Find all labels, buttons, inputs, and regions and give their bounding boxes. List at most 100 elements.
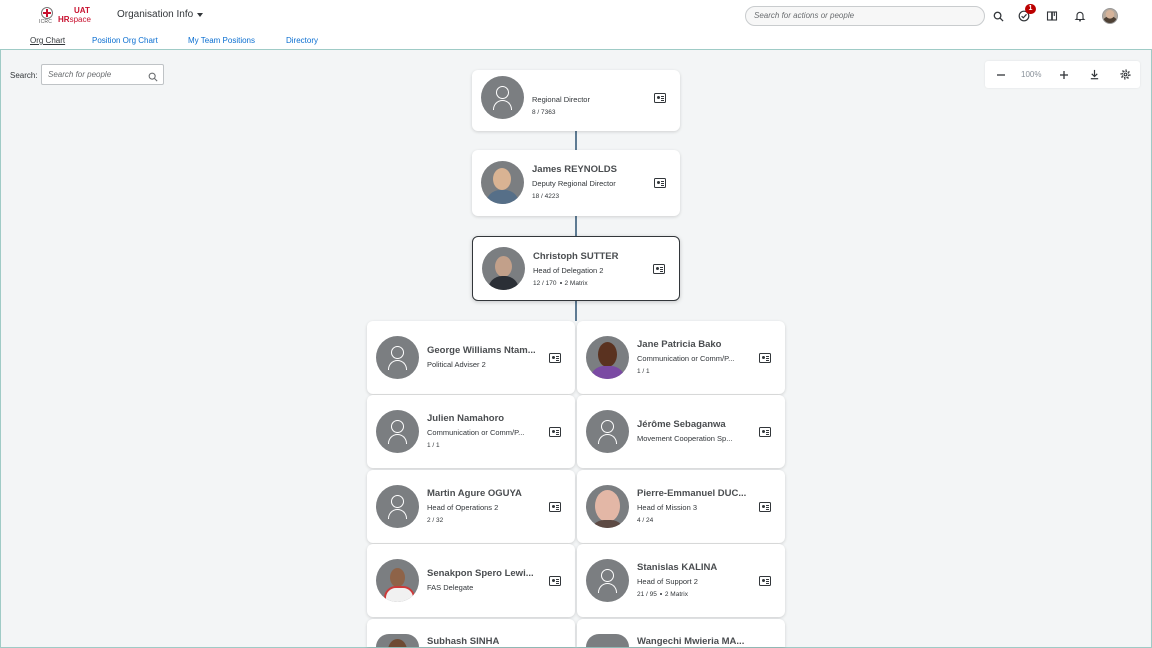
report-count: 4 / 24 xyxy=(637,517,654,524)
person-placeholder-icon xyxy=(586,410,629,453)
org-connector-line xyxy=(575,216,577,236)
settings-icon[interactable] xyxy=(1120,69,1131,80)
contact-card-icon[interactable] xyxy=(654,178,666,188)
shell-bar: ICRC UAT HRspace Organisation Info Searc… xyxy=(0,0,1152,32)
report-count: 18 / 4223 xyxy=(532,193,560,200)
person-name: George Williams Ntam... xyxy=(427,345,536,356)
contact-card-icon[interactable] xyxy=(759,353,771,363)
person-placeholder-icon xyxy=(586,634,629,647)
org-connector-line xyxy=(575,300,577,321)
report-count: 8 / 7363 xyxy=(532,109,556,116)
org-card-george-williams[interactable]: George Williams Ntam... Political Advise… xyxy=(367,321,575,394)
contact-card-icon[interactable] xyxy=(759,576,771,586)
contact-card-icon[interactable] xyxy=(549,353,561,363)
org-card-jerome-sebaganwa[interactable]: Jérôme Sebaganwa Movement Cooperation Sp… xyxy=(577,395,785,468)
person-name: Stanislas KALINA xyxy=(637,562,718,573)
org-card-wangechi-mwieria[interactable]: Wangechi Mwieria MA... xyxy=(577,619,785,647)
org-card-martin-oguya[interactable]: Martin Agure OGUYA Head of Operations 2 … xyxy=(367,470,575,543)
person-name: Pierre-Emmanuel DUC... xyxy=(637,488,747,499)
matrix-count: 2 Matrix xyxy=(564,280,588,287)
person-name: Senakpon Spero Lewi... xyxy=(427,568,534,579)
org-card-pierre-emmanuel[interactable]: Pierre-Emmanuel DUC... Head of Mission 3… xyxy=(577,470,785,543)
position-title: Regional Director xyxy=(532,95,590,104)
person-photo xyxy=(482,247,525,290)
org-card-julien-namahoro[interactable]: Julien Namahoro Communication or Comm/P.… xyxy=(367,395,575,468)
org-card-jane-bako[interactable]: Jane Patricia Bako Communication or Comm… xyxy=(577,321,785,394)
tab-bar: Org Chart Position Org Chart My Team Pos… xyxy=(0,32,1152,49)
position-title: FAS Delegate xyxy=(427,583,474,592)
contact-card-icon[interactable] xyxy=(759,427,771,437)
zoom-out-button[interactable] xyxy=(995,69,1006,80)
position-title: Movement Cooperation Sp... xyxy=(637,434,733,443)
separator-dot xyxy=(559,282,562,285)
person-placeholder-icon xyxy=(376,336,419,379)
position-title: Head of Delegation 2 xyxy=(533,266,604,275)
bell-icon[interactable] xyxy=(1073,9,1087,23)
person-photo xyxy=(376,634,419,647)
report-count: 12 / 170 2 Matrix xyxy=(533,280,588,287)
contact-card-icon[interactable] xyxy=(653,264,665,274)
org-card-james-reynolds[interactable]: James REYNOLDS Deputy Regional Director … xyxy=(472,150,680,216)
zoom-toolbar: 100% xyxy=(985,61,1140,88)
brand-space: space xyxy=(69,15,91,24)
person-photo xyxy=(481,161,524,204)
org-card-regional-director[interactable]: Regional Director 8 / 7363 xyxy=(472,70,680,131)
search-icon[interactable] xyxy=(991,9,1005,23)
people-search-label: Search: xyxy=(10,71,38,80)
people-search-input[interactable]: Search for people xyxy=(41,64,164,85)
app-title-menu[interactable]: Organisation Info xyxy=(117,9,204,20)
person-name: Martin Agure OGUYA xyxy=(427,488,522,499)
org-card-subhash-sinha[interactable]: Subhash SINHA xyxy=(367,619,575,647)
person-name: Julien Namahoro xyxy=(427,413,505,424)
download-icon[interactable] xyxy=(1089,69,1100,80)
person-name: Jérôme Sebaganwa xyxy=(637,419,726,430)
book-icon[interactable] xyxy=(1045,9,1059,23)
person-photo xyxy=(586,485,629,528)
person-name: Jane Patricia Bako xyxy=(637,339,722,350)
zoom-in-button[interactable] xyxy=(1058,69,1069,80)
contact-card-icon[interactable] xyxy=(759,502,771,512)
environment-label: UAT xyxy=(74,6,90,15)
position-title: Head of Support 2 xyxy=(637,577,698,586)
matrix-count: 2 Matrix xyxy=(664,591,689,598)
hrspace-logo[interactable]: ICRC UAT HRspace xyxy=(38,6,94,26)
person-placeholder-icon xyxy=(376,485,419,528)
position-title: Deputy Regional Director xyxy=(532,179,616,188)
report-count: 1 / 1 xyxy=(427,442,440,449)
person-placeholder-icon xyxy=(586,559,629,602)
org-card-senakpon-spero[interactable]: Senakpon Spero Lewi... FAS Delegate xyxy=(367,544,575,617)
global-search-input[interactable]: Search for actions or people xyxy=(745,6,985,26)
contact-card-icon[interactable] xyxy=(654,93,666,103)
person-name: Christoph SUTTER xyxy=(533,251,619,262)
org-card-stanislas-kalina[interactable]: Stanislas KALINA Head of Support 2 21 / … xyxy=(577,544,785,617)
user-avatar[interactable] xyxy=(1102,8,1118,24)
person-placeholder-icon xyxy=(376,410,419,453)
report-count-value: 21 / 95 xyxy=(637,591,657,598)
zoom-level: 100% xyxy=(1021,70,1042,79)
position-title: Head of Mission 3 xyxy=(637,503,698,512)
org-card-christoph-sutter[interactable]: Christoph SUTTER Head of Delegation 2 12… xyxy=(472,236,680,301)
position-title: Communication or Comm/P... xyxy=(427,428,525,437)
person-placeholder-icon xyxy=(481,76,524,119)
tab-directory[interactable]: Directory xyxy=(286,36,318,45)
report-count: 21 / 95 2 Matrix xyxy=(637,591,688,598)
tab-position-org-chart[interactable]: Position Org Chart xyxy=(92,36,158,45)
tab-my-team-positions[interactable]: My Team Positions xyxy=(188,36,255,45)
contact-card-icon[interactable] xyxy=(549,427,561,437)
separator-dot xyxy=(659,593,662,596)
contact-card-icon[interactable] xyxy=(549,502,561,512)
org-connector-line xyxy=(575,130,577,150)
search-icon[interactable] xyxy=(148,69,158,87)
position-title: Head of Operations 2 xyxy=(427,503,499,512)
brand-hr: HR xyxy=(58,15,70,24)
report-count: 2 / 32 xyxy=(427,517,444,524)
position-title: Communication or Comm/P... xyxy=(637,354,735,363)
position-title: Political Adviser 2 xyxy=(427,360,486,369)
tab-org-chart[interactable]: Org Chart xyxy=(30,36,65,45)
caret-down-icon xyxy=(197,12,204,17)
brand-name: HRspace xyxy=(58,15,91,24)
contact-card-icon[interactable] xyxy=(549,576,561,586)
person-name: James REYNOLDS xyxy=(532,164,618,175)
person-name: Subhash SINHA xyxy=(427,636,500,647)
person-name: Wangechi Mwieria MA... xyxy=(637,636,745,647)
